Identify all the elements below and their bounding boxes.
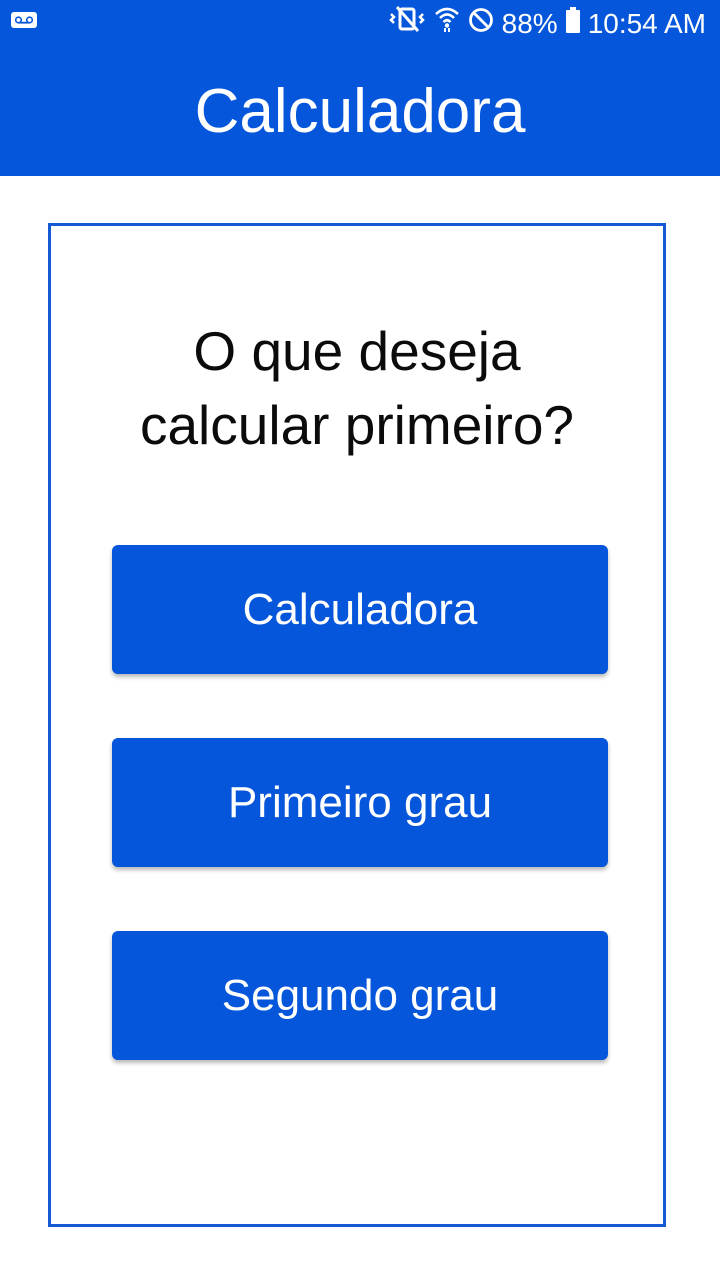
calculadora-button-label: Calculadora xyxy=(242,584,478,634)
question-line: O que deseja xyxy=(193,320,521,382)
question-line: calcular primeiro? xyxy=(139,394,575,456)
primeiro-grau-button-label: Primeiro grau xyxy=(227,777,493,827)
question-heading: O que deseja calcular primeiro? xyxy=(51,314,663,462)
calculadora-button[interactable]: Calculadora xyxy=(112,545,608,674)
vibrate-mute-icon xyxy=(388,0,426,48)
app-title: Calculadora xyxy=(194,77,526,146)
status-time: 10:54 AM xyxy=(587,8,706,39)
battery-percent: 88% xyxy=(501,8,558,39)
app-bar: Calculadora xyxy=(0,48,720,176)
segundo-grau-button-label: Segundo grau xyxy=(221,970,499,1020)
primeiro-grau-button[interactable]: Primeiro grau xyxy=(112,738,608,867)
segundo-grau-button[interactable]: Segundo grau xyxy=(112,931,608,1060)
status-bar: 88% 10:54 AM xyxy=(0,0,720,48)
do-not-disturb-icon xyxy=(468,0,494,48)
wifi-icon xyxy=(434,0,460,48)
options-card: O que deseja calcular primeiro? Calculad… xyxy=(48,223,666,1227)
battery-icon xyxy=(565,0,580,48)
voicemail-icon xyxy=(10,10,38,35)
